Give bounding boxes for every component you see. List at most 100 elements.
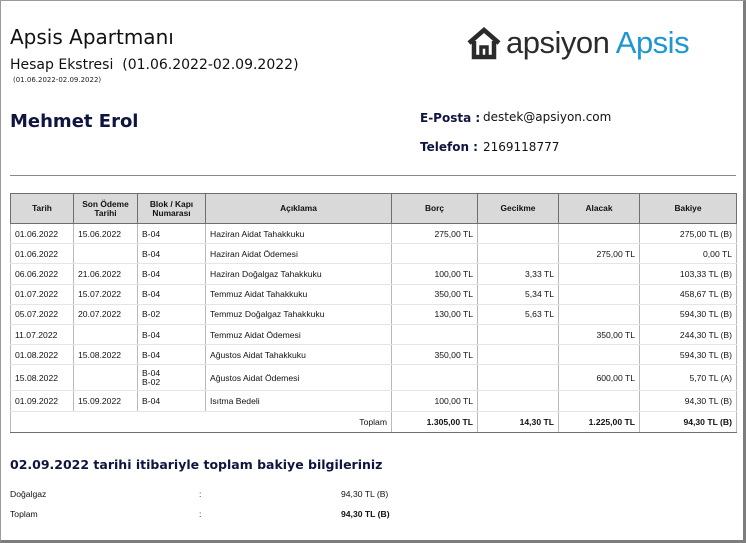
table-row: 01.06.2022 15.06.2022 B-04 Haziran Aidat… xyxy=(10,223,737,245)
due-header-line2: Tarihi xyxy=(94,207,117,218)
row-credit xyxy=(558,223,640,245)
row-due-date xyxy=(73,243,138,265)
col-header-debt: Borç xyxy=(391,193,478,224)
logo-text-apsis: Apsis xyxy=(615,25,690,60)
col-header-late-fee: Gecikme xyxy=(477,193,559,224)
row-unit: B-04 xyxy=(137,390,206,412)
total-label: Toplam xyxy=(10,410,392,433)
table-row: 05.07.2022 20.07.2022 B-02 Temmuz Doğalg… xyxy=(10,304,737,325)
total-credit: 1.225,00 TL xyxy=(558,410,640,433)
row-debt: 130,00 TL xyxy=(391,304,478,325)
statement-date-range: (01.06.2022-02.09.2022) xyxy=(13,76,102,84)
row-date: 01.06.2022 xyxy=(10,243,74,265)
row-credit: 350,00 TL xyxy=(558,324,640,346)
row-description: Isıtma Bedeli xyxy=(205,390,392,412)
row-late-fee xyxy=(477,223,559,245)
row-date: 01.08.2022 xyxy=(10,344,74,366)
row-credit xyxy=(558,304,640,325)
col-header-unit: Blok / Kapı Numarası xyxy=(137,193,206,224)
col-header-description: Açıklama xyxy=(205,193,392,224)
row-unit: B-04 xyxy=(137,243,206,265)
statement-page: Apsis Apartmanı Hesap Ekstresi (01.06.20… xyxy=(0,0,746,543)
email-value: destek@apsiyon.com xyxy=(483,110,612,124)
row-date: 05.07.2022 xyxy=(10,304,74,325)
phone-value: 2169118777 xyxy=(483,140,560,154)
page-title: Apsis Apartmanı xyxy=(10,25,174,49)
row-balance: 5,70 TL (A) xyxy=(639,364,737,392)
logo-text: apsiyon Apsis xyxy=(506,23,690,63)
table-row: 06.06.2022 21.06.2022 B-04 Haziran Doğal… xyxy=(10,263,737,285)
row-debt: 350,00 TL xyxy=(391,344,478,366)
row-late-fee xyxy=(477,243,559,265)
row-unit: B-04 xyxy=(137,324,206,346)
statement-table: Tarih Son Ödeme Tarihi Blok / Kapı Numaras… xyxy=(10,193,737,433)
table-header-row: Tarih Son Ödeme Tarihi Blok / Kapı Numaras… xyxy=(10,193,737,224)
row-credit xyxy=(558,344,640,366)
summary-label-gas: Doğalgaz xyxy=(10,489,47,499)
customer-name: Mehmet Erol xyxy=(10,111,139,132)
row-late-fee: 5,34 TL xyxy=(477,284,559,305)
row-date: 01.09.2022 xyxy=(10,390,74,412)
header-divider xyxy=(10,175,736,176)
row-balance: 244,30 TL (B) xyxy=(639,324,737,346)
summary-value-gas: 94,30 TL (B) xyxy=(341,489,389,499)
row-description: Temmuz Doğalgaz Tahakkuku xyxy=(205,304,392,325)
row-credit: 275,00 TL xyxy=(558,243,640,265)
row-debt: 275,00 TL xyxy=(391,223,478,245)
row-credit xyxy=(558,284,640,305)
table-row: 01.09.2022 15.09.2022 B-04 Isıtma Bedeli… xyxy=(10,390,737,412)
row-balance: 594,30 TL (B) xyxy=(639,344,737,366)
logo-text-apsiyon: apsiyon xyxy=(506,25,610,60)
summary-value-total: 94,30 TL (B) xyxy=(341,509,390,519)
row-balance: 458,67 TL (B) xyxy=(639,284,737,305)
house-logo-icon xyxy=(467,27,501,60)
row-unit: B-02 xyxy=(137,304,206,325)
total-late-fee: 14,30 TL xyxy=(477,410,559,433)
col-header-balance: Bakiye xyxy=(639,193,737,224)
row-balance: 0,00 TL xyxy=(639,243,737,265)
row-late-fee: 3,33 TL xyxy=(477,263,559,285)
total-balance: 94,30 TL (B) xyxy=(639,410,737,433)
row-date: 15.08.2022 xyxy=(10,364,74,392)
row-late-fee xyxy=(477,344,559,366)
balance-summary-title: 02.09.2022 tarihi itibariyle toplam baki… xyxy=(10,457,383,472)
row-unit: B-04 xyxy=(137,263,206,285)
row-debt: 100,00 TL xyxy=(391,263,478,285)
row-credit: 600,00 TL xyxy=(558,364,640,392)
table-row: 01.06.2022 B-04 Haziran Aidat Ödemesi 27… xyxy=(10,243,737,265)
row-credit xyxy=(558,390,640,412)
row-late-fee xyxy=(477,324,559,346)
row-debt xyxy=(391,243,478,265)
row-due-date: 20.07.2022 xyxy=(73,304,138,325)
row-unit: B-04 xyxy=(137,344,206,366)
row-credit xyxy=(558,263,640,285)
row-description: Temmuz Aidat Tahakkuku xyxy=(205,284,392,305)
apsiyon-logo: apsiyon Apsis xyxy=(466,23,690,63)
table-row: 11.07.2022 B-04 Temmuz Aidat Ödemesi 350… xyxy=(10,324,737,346)
statement-subtitle: Hesap Ekstresi (01.06.2022-02.09.2022) xyxy=(10,57,299,73)
row-due-date xyxy=(73,364,138,392)
summary-colon: : xyxy=(199,489,202,499)
row-debt: 100,00 TL xyxy=(391,390,478,412)
row-description: Haziran Aidat Ödemesi xyxy=(205,243,392,265)
row-late-fee xyxy=(477,390,559,412)
phone-label: Telefon : xyxy=(420,140,478,154)
row-late-fee: 5,63 TL xyxy=(477,304,559,325)
row-balance: 594,30 TL (B) xyxy=(639,304,737,325)
summary-colon: : xyxy=(199,509,202,519)
row-late-fee xyxy=(477,364,559,392)
col-header-due-date: Son Ödeme Tarihi xyxy=(73,193,138,224)
email-label: E-Posta : xyxy=(420,111,481,125)
row-due-date xyxy=(73,324,138,346)
row-description: Temmuz Aidat Ödemesi xyxy=(205,324,392,346)
row-due-date: 15.07.2022 xyxy=(73,284,138,305)
row-due-date: 15.08.2022 xyxy=(73,344,138,366)
row-description: Haziran Doğalgaz Tahakkuku xyxy=(205,263,392,285)
row-balance: 275,00 TL (B) xyxy=(639,223,737,245)
row-due-date: 15.06.2022 xyxy=(73,223,138,245)
row-date: 06.06.2022 xyxy=(10,263,74,285)
table-row: 01.08.2022 15.08.2022 B-04 Ağustos Aidat… xyxy=(10,344,737,366)
row-debt: 350,00 TL xyxy=(391,284,478,305)
row-description: Ağustos Aidat Tahakkuku xyxy=(205,344,392,366)
unit-header-line2: Numarası xyxy=(152,207,191,218)
